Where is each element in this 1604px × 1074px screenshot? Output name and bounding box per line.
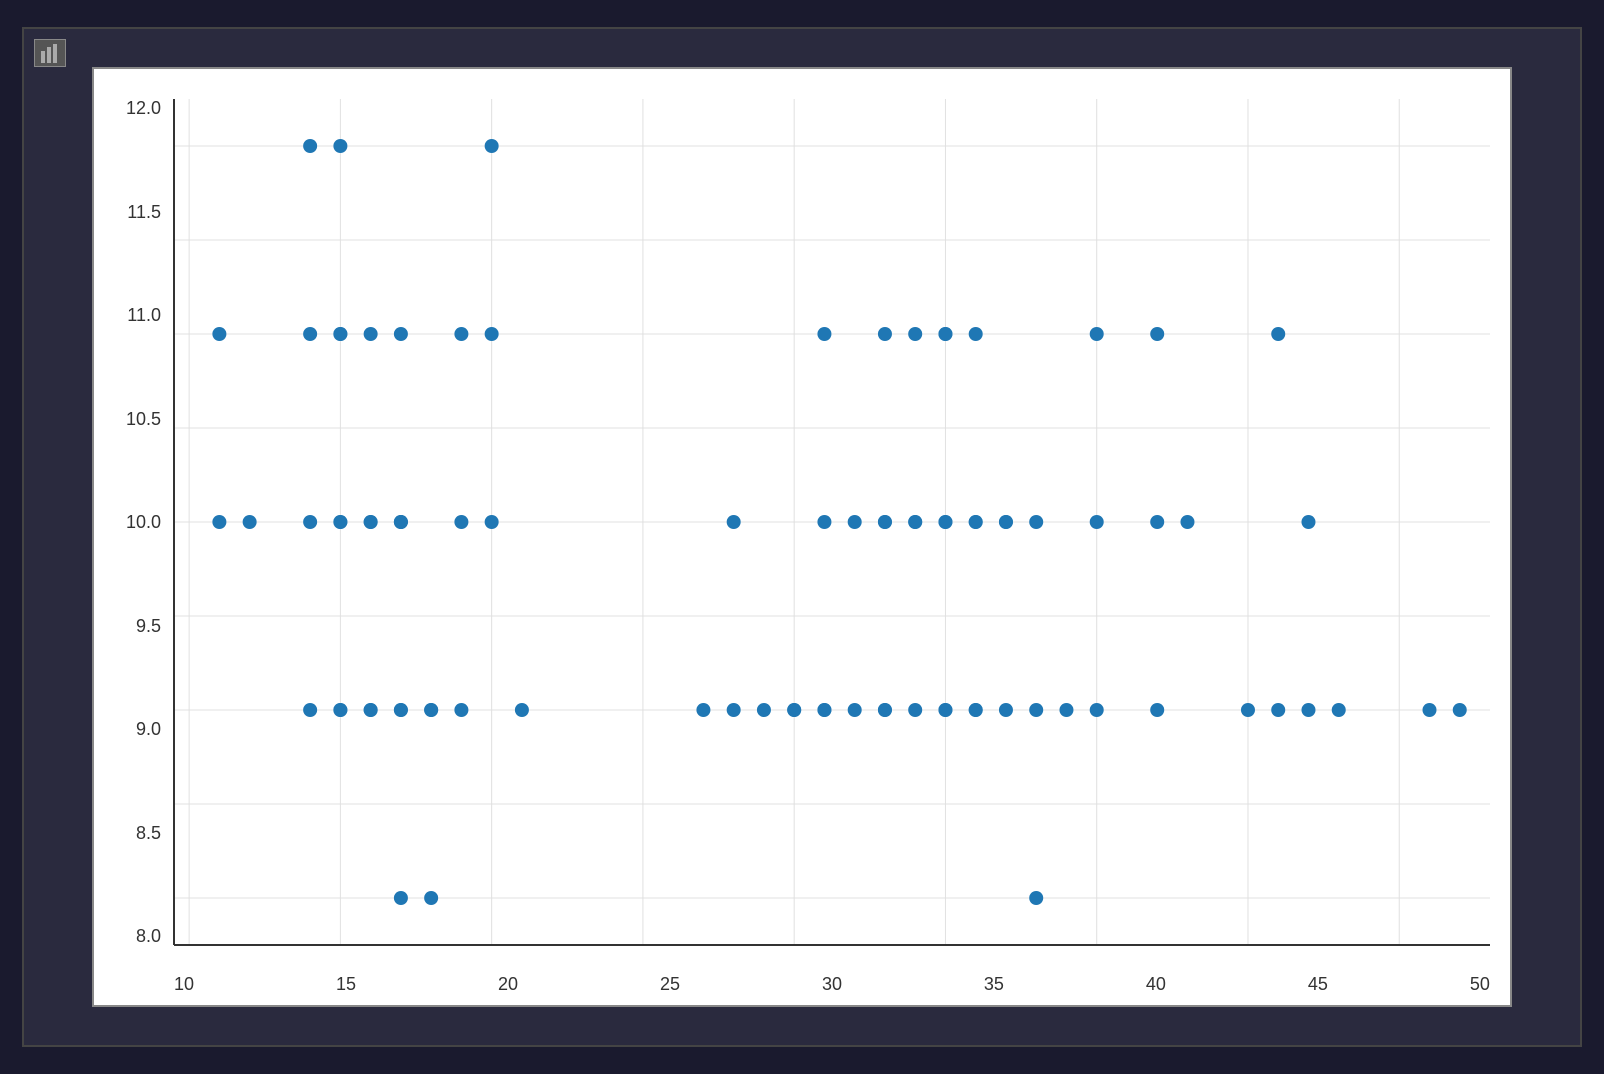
data-point [908, 327, 922, 341]
data-point [1453, 703, 1467, 717]
data-point [394, 327, 408, 341]
data-point [485, 139, 499, 153]
data-point [303, 703, 317, 717]
x-axis-labels: 10 15 20 25 30 35 40 45 50 [174, 974, 1490, 995]
chart-area [174, 99, 1490, 945]
x-label-40: 40 [1146, 974, 1166, 995]
data-point [696, 703, 710, 717]
data-point [969, 327, 983, 341]
y-label-8: 8.0 [136, 927, 161, 945]
y-label-12: 12.0 [126, 99, 161, 117]
data-point [878, 515, 892, 529]
y-label-9: 9.0 [136, 720, 161, 738]
data-point [1271, 327, 1285, 341]
scatter-plot-svg [174, 99, 1490, 945]
data-point [1422, 703, 1436, 717]
data-point [1271, 703, 1285, 717]
data-point [787, 703, 801, 717]
data-point [1090, 703, 1104, 717]
data-point [817, 515, 831, 529]
data-point [1090, 515, 1104, 529]
data-point [364, 327, 378, 341]
data-point [969, 515, 983, 529]
data-point [364, 515, 378, 529]
x-label-45: 45 [1308, 974, 1328, 995]
chart-container: 12.0 11.5 11.0 10.5 10.0 9.5 9.0 8.5 8.0… [92, 67, 1512, 1007]
app-container: 12.0 11.5 11.0 10.5 10.0 9.5 9.0 8.5 8.0… [22, 27, 1582, 1047]
bar-chart-icon[interactable] [34, 39, 66, 67]
data-point [333, 515, 347, 529]
data-point [485, 515, 499, 529]
data-point [757, 703, 771, 717]
data-point [878, 703, 892, 717]
data-point [1090, 327, 1104, 341]
data-point [485, 327, 499, 341]
data-point [817, 703, 831, 717]
y-label-95: 9.5 [136, 617, 161, 635]
data-point [999, 515, 1013, 529]
x-label-15: 15 [336, 974, 356, 995]
data-point [303, 139, 317, 153]
data-point [454, 515, 468, 529]
data-point [1059, 703, 1073, 717]
data-point [333, 703, 347, 717]
data-point [1150, 703, 1164, 717]
data-point [364, 703, 378, 717]
data-point [848, 703, 862, 717]
data-point [817, 327, 831, 341]
data-point [938, 327, 952, 341]
data-point [333, 139, 347, 153]
data-point [394, 515, 408, 529]
y-label-85: 8.5 [136, 824, 161, 842]
data-point [1029, 515, 1043, 529]
data-point [303, 327, 317, 341]
data-point [878, 327, 892, 341]
data-point [333, 327, 347, 341]
data-point [1150, 515, 1164, 529]
data-point [938, 515, 952, 529]
x-label-20: 20 [498, 974, 518, 995]
y-label-105: 10.5 [126, 410, 161, 428]
data-point [1241, 703, 1255, 717]
data-point [727, 703, 741, 717]
x-label-10: 10 [174, 974, 194, 995]
data-point [212, 327, 226, 341]
y-label-115: 11.5 [127, 203, 161, 221]
data-point [1150, 327, 1164, 341]
data-point [999, 703, 1013, 717]
data-point [394, 891, 408, 905]
x-label-25: 25 [660, 974, 680, 995]
data-point [908, 515, 922, 529]
data-point [394, 703, 408, 717]
x-label-50: 50 [1470, 974, 1490, 995]
data-point [1301, 515, 1315, 529]
data-point [243, 515, 257, 529]
data-point [1029, 703, 1043, 717]
data-point [515, 703, 529, 717]
data-point [454, 327, 468, 341]
data-point [424, 891, 438, 905]
data-point [303, 515, 317, 529]
x-label-30: 30 [822, 974, 842, 995]
data-point [1301, 703, 1315, 717]
data-point [938, 703, 952, 717]
y-label-11: 11.0 [127, 306, 161, 324]
data-point [424, 703, 438, 717]
data-point [1180, 515, 1194, 529]
data-point [212, 515, 226, 529]
data-point [454, 703, 468, 717]
data-point [1029, 891, 1043, 905]
data-point [1332, 703, 1346, 717]
data-point [727, 515, 741, 529]
toolbar [34, 39, 66, 67]
x-label-35: 35 [984, 974, 1004, 995]
data-point [908, 703, 922, 717]
y-axis-labels: 12.0 11.5 11.0 10.5 10.0 9.5 9.0 8.5 8.0 [94, 99, 169, 945]
data-point [969, 703, 983, 717]
y-label-10: 10.0 [126, 513, 161, 531]
data-point [848, 515, 862, 529]
